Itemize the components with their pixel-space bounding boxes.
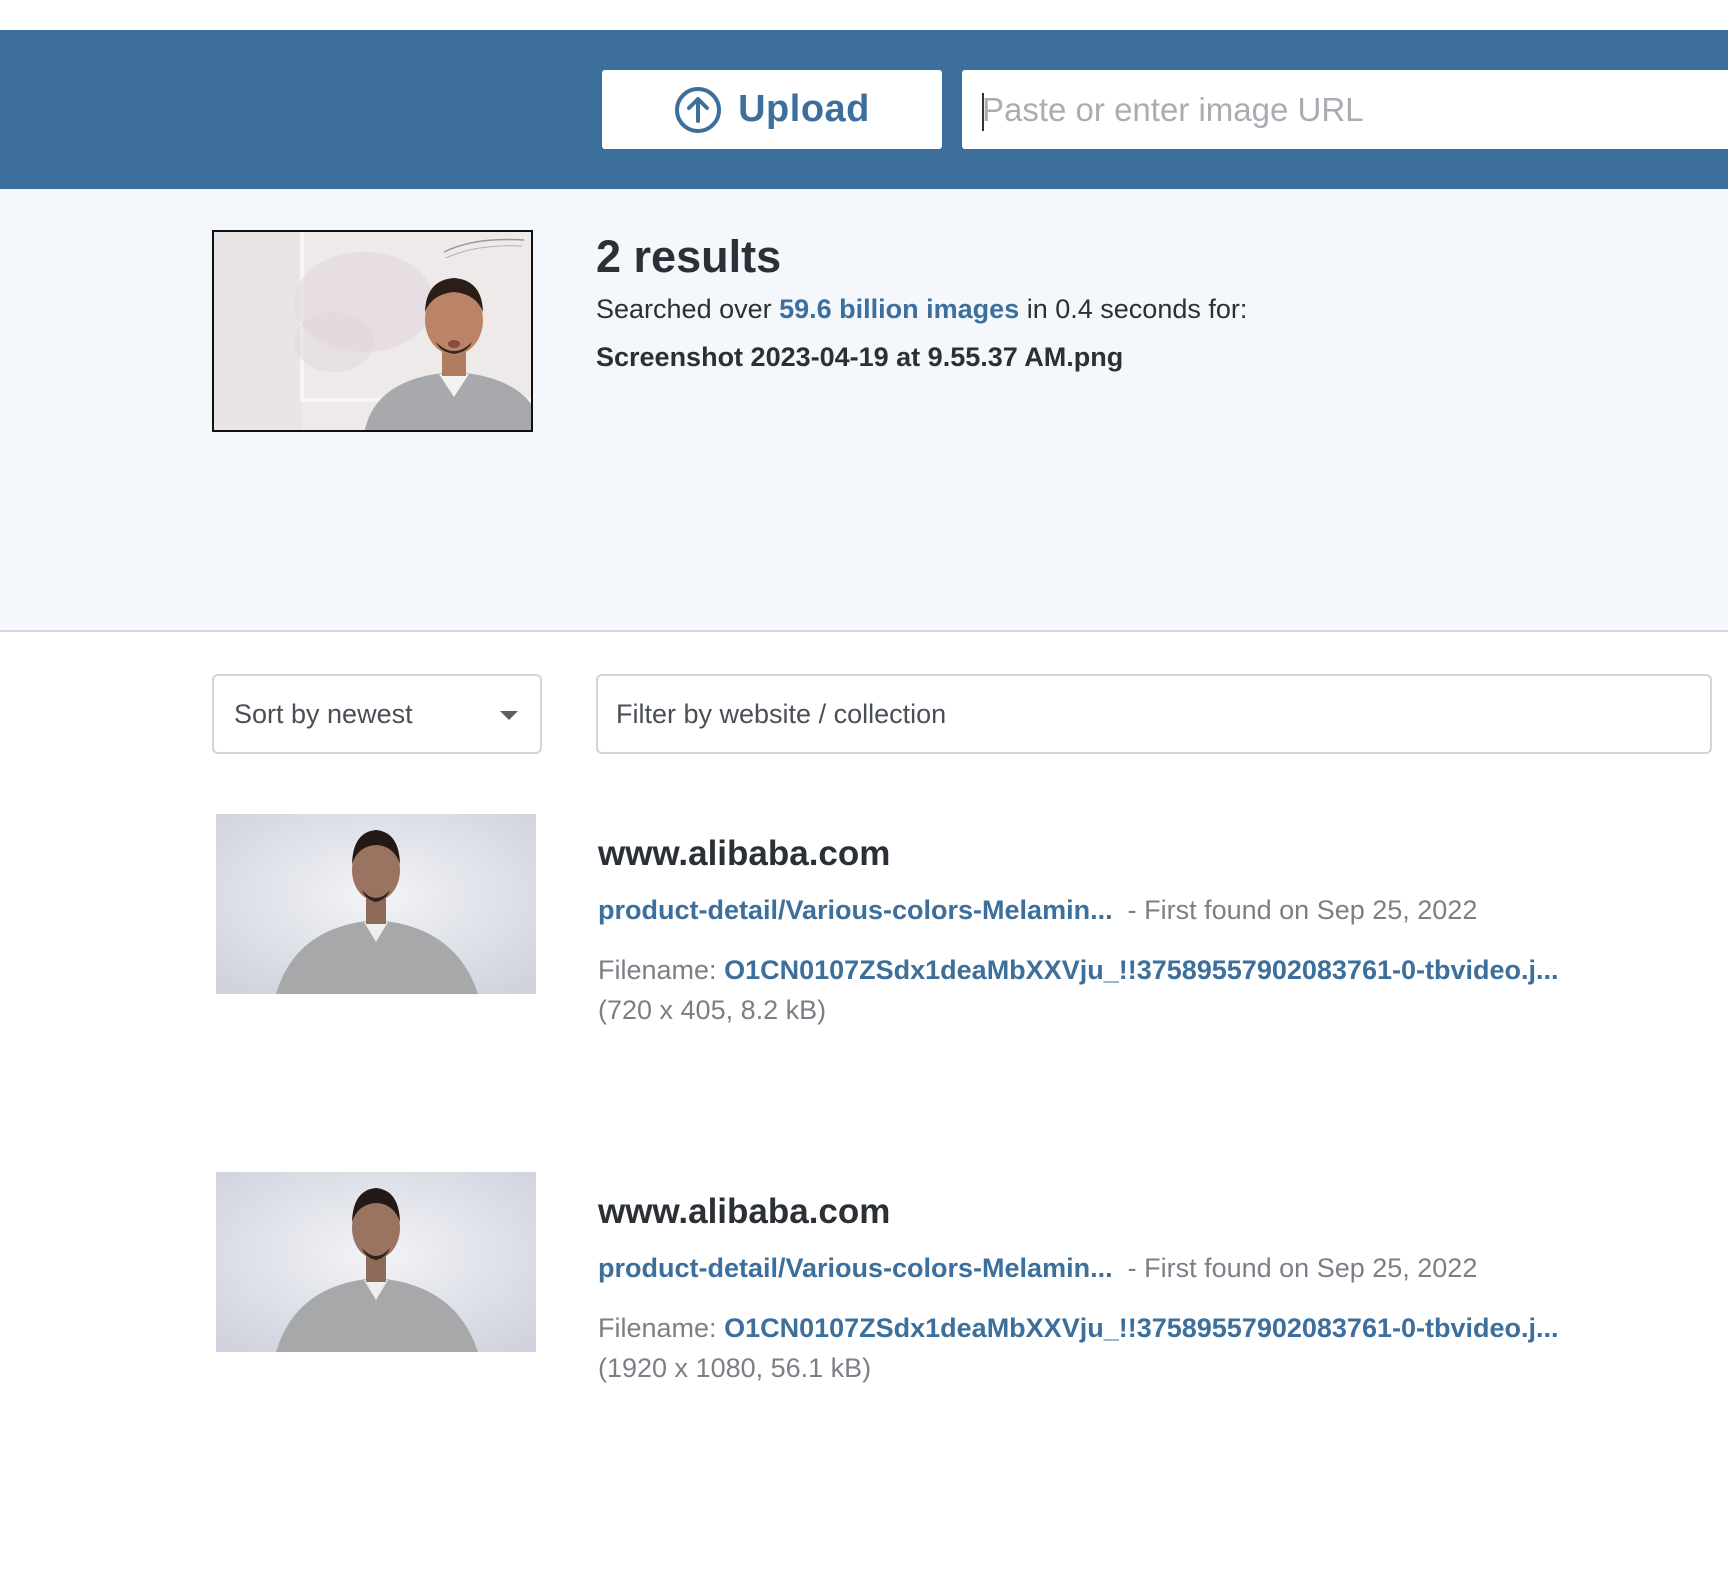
result-domain: www.alibaba.com xyxy=(598,1192,891,1231)
result-file-link[interactable]: O1CN0107ZSdx1deaMbXXVju_!!37589557902083… xyxy=(724,955,1558,985)
upload-button[interactable]: Upload xyxy=(602,70,942,149)
result-domain: www.alibaba.com xyxy=(598,834,891,873)
filename-label: Filename: xyxy=(598,955,717,985)
upload-arrow-icon xyxy=(675,86,722,133)
result-filename-line: Filename: O1CN0107ZSdx1deaMbXXVju_!!3758… xyxy=(598,955,1558,986)
result-page-line: product-detail/Various-colors-Melamin...… xyxy=(598,895,1477,926)
result-item: www.alibaba.com product-detail/Various-c… xyxy=(0,814,1728,1034)
chevron-down-icon xyxy=(500,711,518,720)
query-image-person-picture xyxy=(214,232,531,430)
result-thumbnail[interactable] xyxy=(216,814,536,994)
result-page-line: product-detail/Various-colors-Melamin...… xyxy=(598,1253,1477,1284)
image-url-input[interactable] xyxy=(962,70,1728,149)
query-summary-section: 2 results Searched over 59.6 billion ima… xyxy=(0,189,1728,632)
result-file-link[interactable]: O1CN0107ZSdx1deaMbXXVju_!!37589557902083… xyxy=(724,1313,1558,1343)
searched-summary: Searched over 59.6 billion images in 0.4… xyxy=(596,294,1247,325)
result-dimensions: (1920 x 1080, 56.1 kB) xyxy=(598,1353,872,1383)
query-image-thumbnail[interactable] xyxy=(212,230,533,432)
result-first-found: - First found on Sep 25, 2022 xyxy=(1127,895,1478,925)
result-page-link[interactable]: product-detail/Various-colors-Melamin... xyxy=(598,1253,1113,1283)
results-count: 2 results xyxy=(596,231,782,282)
filename-label: Filename: xyxy=(598,1313,717,1343)
result-page-link[interactable]: product-detail/Various-colors-Melamin... xyxy=(598,895,1113,925)
result-person-picture xyxy=(216,1172,536,1352)
searched-prefix: Searched over xyxy=(596,294,772,324)
result-first-found: - First found on Sep 25, 2022 xyxy=(1127,1253,1478,1283)
query-filename: Screenshot 2023-04-19 at 9.55.37 AM.png xyxy=(596,342,1124,372)
sort-dropdown-label: Sort by newest xyxy=(234,698,413,729)
result-person-picture xyxy=(216,814,536,994)
sort-dropdown[interactable]: Sort by newest xyxy=(212,674,542,754)
result-filename-line: Filename: O1CN0107ZSdx1deaMbXXVju_!!3758… xyxy=(598,1313,1558,1344)
result-thumbnail[interactable] xyxy=(216,1172,536,1352)
searched-suffix: in 0.4 seconds for: xyxy=(1026,294,1248,324)
filter-website-input[interactable] xyxy=(596,674,1712,754)
result-dimensions: (720 x 405, 8.2 kB) xyxy=(598,995,827,1025)
top-header-bar: Upload xyxy=(0,30,1728,189)
result-item: www.alibaba.com product-detail/Various-c… xyxy=(0,1172,1728,1392)
text-cursor xyxy=(982,93,984,131)
upload-button-label: Upload xyxy=(738,88,870,130)
billion-images-link[interactable]: 59.6 billion images xyxy=(779,294,1019,324)
